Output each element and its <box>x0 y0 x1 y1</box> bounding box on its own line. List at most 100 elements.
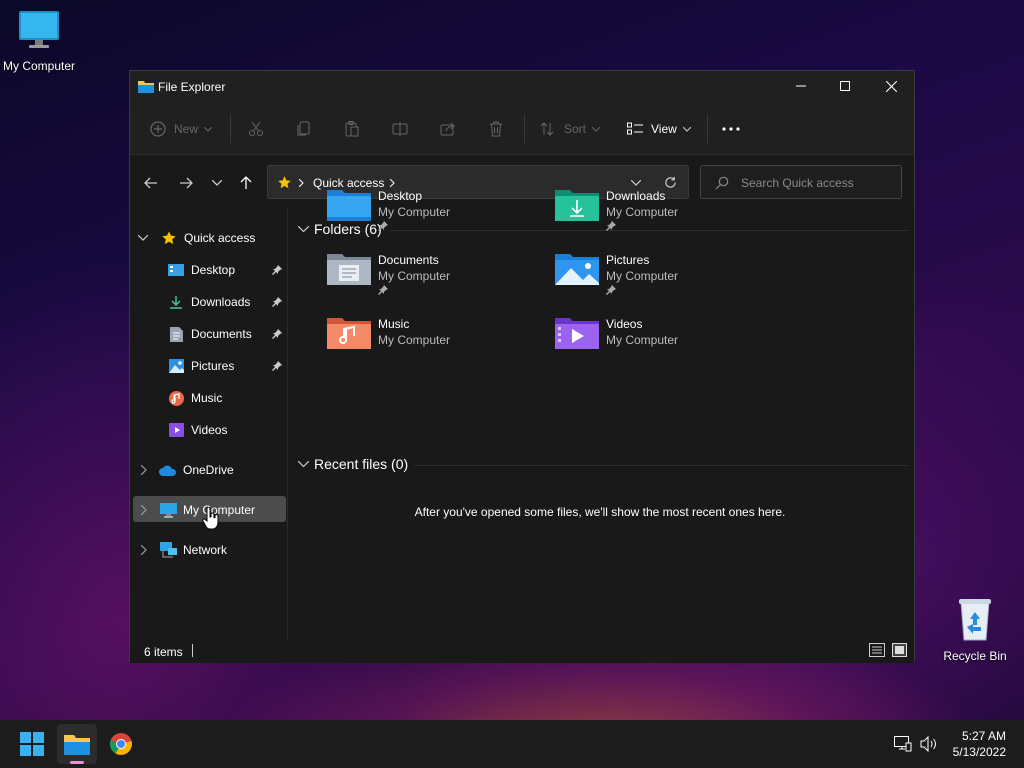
picture-icon <box>168 359 184 373</box>
forward-button[interactable] <box>176 173 196 193</box>
more-options-button[interactable] <box>722 117 740 141</box>
folder-tile-music[interactable]: Music My Computer <box>327 315 547 371</box>
sort-icon <box>540 122 554 136</box>
arrow-left-icon <box>144 177 157 189</box>
recent-section-header[interactable]: Recent files (0) <box>298 456 408 472</box>
clock-date: 5/13/2022 <box>952 745 1006 759</box>
video-icon <box>168 423 184 437</box>
sidebar-item-quick-access[interactable]: Quick access <box>138 226 255 250</box>
sort-label: Sort <box>564 122 587 136</box>
hand-cursor-icon <box>202 507 219 530</box>
folder-tile-videos[interactable]: Videos My Computer <box>555 315 775 371</box>
toolbar-divider <box>230 115 231 143</box>
text-cursor <box>192 644 193 657</box>
system-clock[interactable]: 5:27 AM 5/13/2022 <box>953 728 1006 760</box>
taskbar-chrome[interactable] <box>101 724 141 764</box>
pin-icon[interactable] <box>272 265 282 275</box>
sort-button[interactable]: Sort <box>540 117 601 141</box>
arrow-right-icon <box>180 177 193 189</box>
monitor-icon <box>159 502 177 518</box>
more-icon <box>722 127 740 131</box>
folder-tile-documents[interactable]: Documents My Computer <box>327 251 547 307</box>
download-arrow-icon <box>170 296 182 309</box>
chevron-right-icon <box>141 465 147 475</box>
sidebar-item-videos[interactable]: Videos <box>167 418 227 442</box>
taskbar-file-explorer[interactable] <box>57 724 97 764</box>
document-icon <box>169 326 183 342</box>
sidebar-item-network[interactable]: Network <box>141 538 227 562</box>
chevron-down-icon <box>592 126 601 132</box>
sidebar-item-label: Desktop <box>191 263 236 277</box>
section-divider <box>414 465 908 466</box>
sidebar-item-desktop[interactable]: Desktop <box>167 258 287 282</box>
folder-tile-downloads[interactable]: Downloads My Computer <box>555 187 775 243</box>
new-label: New <box>174 122 199 136</box>
paste-button[interactable] <box>344 117 360 141</box>
trash-icon <box>490 121 502 137</box>
share-icon <box>440 122 455 136</box>
copy-button[interactable] <box>296 117 312 141</box>
recent-empty-message: After you've opened some files, we'll sh… <box>414 505 786 519</box>
desktop-icon-label: Recycle Bin <box>943 649 1007 663</box>
pictures-folder-icon <box>555 254 599 285</box>
start-button[interactable] <box>12 724 52 764</box>
desktop-folder-icon <box>327 190 371 221</box>
minimize-button[interactable] <box>778 71 824 101</box>
command-bar: New Sort View <box>130 103 914 155</box>
sidebar-item-onedrive[interactable]: OneDrive <box>141 458 234 482</box>
copy-icon <box>297 121 310 136</box>
pin-icon[interactable] <box>272 361 282 371</box>
pin-icon <box>378 221 388 231</box>
volume-icon[interactable] <box>920 736 938 752</box>
rename-button[interactable] <box>392 117 408 141</box>
star-icon <box>278 176 291 189</box>
pin-icon[interactable] <box>272 297 282 307</box>
chevron-down-icon[interactable] <box>631 180 641 186</box>
toolbar-divider <box>524 115 525 143</box>
sidebar-item-pictures[interactable]: Pictures <box>167 354 287 378</box>
active-indicator <box>70 761 84 764</box>
maximize-button[interactable] <box>822 71 868 101</box>
desktop-icon-my-computer[interactable]: My Computer <box>0 8 81 73</box>
tiles-view-icon[interactable] <box>892 643 907 657</box>
folder-tile-desktop[interactable]: Desktop My Computer <box>327 187 547 243</box>
network-icon <box>159 542 177 558</box>
sidebar-item-label: Quick access <box>184 231 256 245</box>
music-folder-icon <box>327 318 371 349</box>
sidebar-item-music[interactable]: Music <box>167 386 222 410</box>
folder-tile-pictures[interactable]: Pictures My Computer <box>555 251 775 307</box>
title-bar[interactable]: File Explorer <box>130 71 914 103</box>
network-status-icon[interactable] <box>894 736 912 752</box>
details-view-icon[interactable] <box>869 643 885 657</box>
close-button[interactable] <box>868 71 914 101</box>
toolbar-divider <box>707 115 708 143</box>
chevron-down-icon <box>138 235 148 241</box>
pin-icon <box>606 221 616 231</box>
up-button[interactable] <box>236 173 256 193</box>
music-icon <box>168 390 184 406</box>
item-count: 6 items <box>144 645 183 659</box>
folder-name: Videos <box>606 317 643 331</box>
delete-button[interactable] <box>488 117 504 141</box>
back-button[interactable] <box>141 173 161 193</box>
new-button[interactable]: New <box>150 117 213 141</box>
scissors-icon <box>249 121 263 136</box>
maximize-icon <box>840 81 850 91</box>
sidebar-item-label: Downloads <box>191 295 251 309</box>
recent-locations-button[interactable] <box>207 173 227 193</box>
view-list-icon <box>627 122 643 135</box>
cut-button[interactable] <box>248 117 264 141</box>
sidebar-item-documents[interactable]: Documents <box>167 322 287 346</box>
pin-icon <box>378 285 388 295</box>
sidebar-item-label: Music <box>191 391 223 405</box>
view-button[interactable]: View <box>627 117 691 141</box>
plus-circle-icon <box>150 121 166 137</box>
desktop-icon-recycle-bin[interactable]: Recycle Bin <box>933 596 1017 663</box>
sidebar-item-downloads[interactable]: Downloads <box>167 290 287 314</box>
monitor-icon <box>19 11 59 48</box>
share-button[interactable] <box>440 117 456 141</box>
paste-icon <box>345 121 359 137</box>
pin-icon[interactable] <box>272 329 282 339</box>
sidebar-item-my-computer[interactable]: My Computer <box>141 498 255 522</box>
close-icon <box>885 80 897 92</box>
